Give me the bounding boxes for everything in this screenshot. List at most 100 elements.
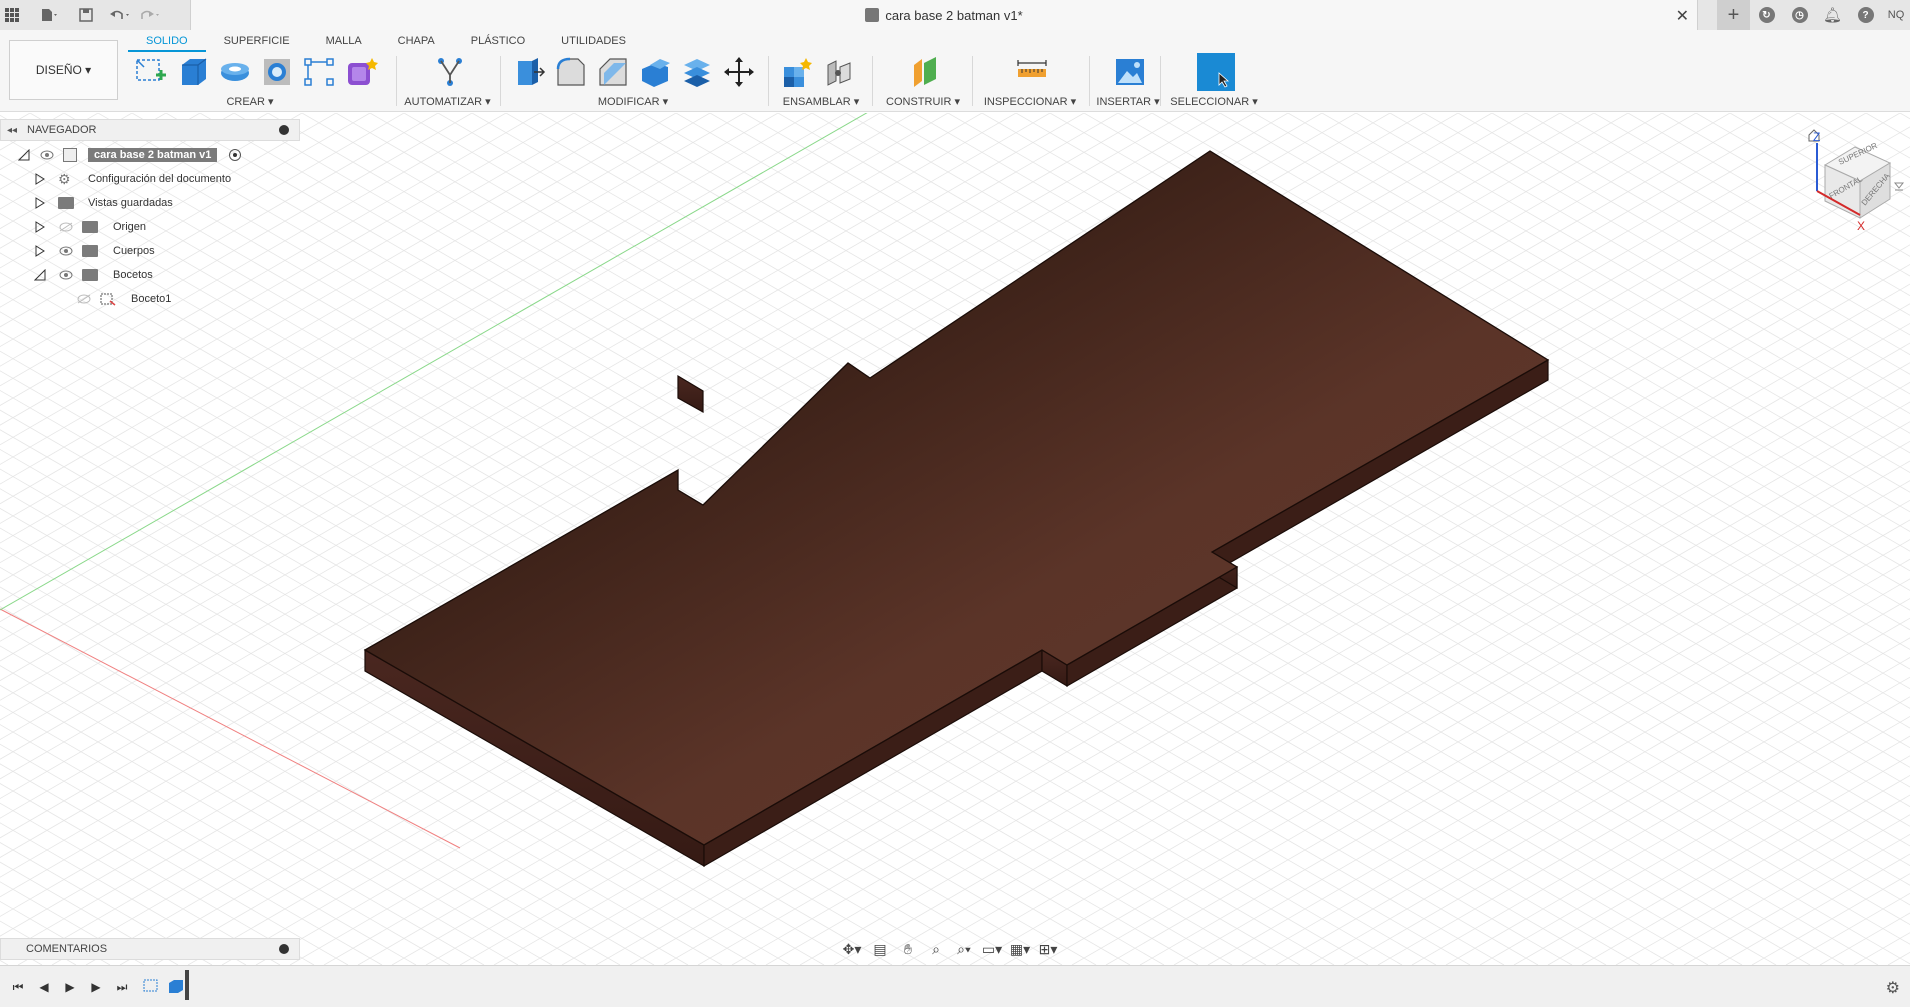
file-menu-icon[interactable] (38, 3, 62, 27)
tree-item-configuracion[interactable]: ⚙ Configuración del documento (0, 167, 300, 191)
navigation-bar: ✥▾ ▤ ✋︎ ⌕ ⌕▾ ▭▾ ▦▾ ⊞▾ (840, 937, 1060, 961)
look-at-icon[interactable]: ▤ (868, 939, 892, 959)
move-icon[interactable] (722, 55, 756, 89)
tree-root[interactable]: cara base 2 batman v1 (0, 143, 300, 167)
document-tab[interactable]: cara base 2 batman v1* ✕ (190, 0, 1698, 30)
form-icon[interactable] (344, 55, 378, 89)
group-label-modificar[interactable]: MODIFICAR ▾ (508, 95, 758, 108)
add-comment-icon[interactable] (279, 944, 289, 954)
separator (768, 56, 769, 106)
split-body-icon[interactable] (680, 55, 714, 89)
group-label-insertar[interactable]: INSERTAR ▾ (1090, 95, 1166, 108)
chamfer-icon[interactable] (596, 55, 630, 89)
separator (500, 56, 501, 106)
tab-utilidades[interactable]: UTILIDADES (543, 30, 644, 52)
step-forward-icon[interactable]: ▶︎ (86, 978, 106, 996)
group-label-crear[interactable]: CREAR ▾ (125, 95, 375, 108)
press-pull-icon[interactable] (512, 55, 546, 89)
group-label-construir[interactable]: CONSTRUIR ▾ (878, 95, 968, 108)
measure-icon[interactable] (1015, 55, 1049, 89)
tab-solido[interactable]: SOLIDO (128, 30, 206, 52)
display-settings-icon[interactable]: ▭▾ (980, 939, 1004, 959)
notifications-icon[interactable]: 🔔︎ (1816, 0, 1849, 30)
zoom-icon[interactable]: ⌕ (924, 939, 948, 959)
tab-malla[interactable]: MALLA (308, 30, 380, 52)
activate-radio-icon[interactable] (229, 149, 241, 161)
group-label-automatizar[interactable]: AUTOMATIZAR ▾ (400, 95, 495, 108)
tree-item-vistas[interactable]: Vistas guardadas (0, 191, 300, 215)
app-grid-icon[interactable] (0, 3, 24, 27)
viewcube[interactable]: SUPERIOR FRONTAL DERECHA Z X (1795, 123, 1905, 243)
grid-settings-icon[interactable]: ▦▾ (1008, 939, 1032, 959)
step-back-icon[interactable]: ◀︎ (34, 978, 54, 996)
folder-icon (82, 221, 98, 233)
collapse-browser-icon[interactable]: ◂◂ (1, 125, 23, 136)
tree-item-bocetos[interactable]: Bocetos (0, 263, 300, 287)
automate-icon[interactable] (433, 55, 467, 89)
extensions-icon[interactable]: ↻ (1750, 0, 1783, 30)
extrude-icon[interactable] (176, 55, 210, 89)
play-icon[interactable]: ▶︎ (60, 978, 80, 996)
separator (396, 56, 397, 106)
title-bar: cara base 2 batman v1* ✕ + ↻ ◷ 🔔︎ ? NQ (0, 0, 1910, 30)
pattern-icon[interactable] (302, 55, 336, 89)
body-plate[interactable] (363, 150, 1550, 868)
group-label-inspeccionar[interactable]: INSPECCIONAR ▾ (975, 95, 1085, 108)
close-tab-icon[interactable]: ✕ (1676, 6, 1689, 26)
tree-item-origen[interactable]: Origen (0, 215, 300, 239)
group-insertar: INSERTAR ▾ (1090, 52, 1166, 112)
tree-item-label: Origen (113, 221, 147, 233)
workspace-switcher[interactable]: DISEÑO ▾ (9, 40, 118, 100)
user-avatar[interactable]: NQ (1882, 3, 1910, 27)
offset-plane-icon[interactable] (908, 55, 942, 89)
new-component-icon[interactable] (780, 55, 814, 89)
folder-icon (82, 269, 98, 281)
help-icon[interactable]: ? (1849, 0, 1882, 30)
comments-panel[interactable]: COMENTARIOS (0, 938, 300, 960)
hidden-eye-icon (77, 294, 91, 304)
group-label-seleccionar[interactable]: SELECCIONAR ▾ (1164, 95, 1264, 108)
go-to-end-icon[interactable]: ⏭ (112, 978, 132, 996)
expanded-triangle-icon (34, 269, 46, 281)
group-crear: CREAR ▾ (130, 52, 380, 112)
tab-chapa[interactable]: CHAPA (380, 30, 453, 52)
tree-item-boceto1[interactable]: Boceto1 (0, 287, 300, 311)
tab-plastico[interactable]: PLÁSTICO (453, 30, 543, 52)
timeline-marker[interactable] (185, 970, 189, 1000)
joint-icon[interactable] (822, 55, 856, 89)
create-sketch-icon[interactable] (134, 55, 168, 89)
browser-header: ◂◂ NAVEGADOR (0, 119, 300, 141)
fillet-icon[interactable] (554, 55, 588, 89)
visibility-eye-icon (59, 246, 73, 256)
orbit-icon[interactable]: ✥▾ (840, 939, 864, 959)
visibility-eye-icon (59, 270, 73, 280)
group-label-ensamblar[interactable]: ENSAMBLAR ▾ (776, 95, 866, 108)
browser-panel: ◂◂ NAVEGADOR cara base 2 batman v1 ⚙ Con… (0, 119, 300, 311)
insert-image-icon[interactable] (1113, 55, 1147, 89)
expanded-triangle-icon (18, 149, 30, 161)
revolve-icon[interactable] (218, 55, 252, 89)
redo-icon[interactable] (138, 3, 162, 27)
select-icon[interactable] (1197, 53, 1235, 91)
save-icon[interactable] (74, 3, 98, 27)
timeline-sketch-feature[interactable] (142, 977, 162, 998)
separator (972, 56, 973, 106)
group-inspeccionar: INSPECCIONAR ▾ (975, 52, 1085, 112)
go-to-start-icon[interactable]: ⏮ (8, 978, 28, 996)
undo-icon[interactable] (108, 3, 132, 27)
new-tab-button[interactable]: + (1717, 0, 1750, 30)
timeline-extrude-feature[interactable] (166, 977, 186, 998)
shell-icon[interactable] (638, 55, 672, 89)
collapsed-triangle-icon (35, 173, 45, 185)
viewports-icon[interactable]: ⊞▾ (1036, 939, 1060, 959)
tree-item-cuerpos[interactable]: Cuerpos (0, 239, 300, 263)
pan-icon[interactable]: ✋︎ (896, 939, 920, 959)
fit-icon[interactable]: ⌕▾ (952, 939, 976, 959)
job-status-icon[interactable]: ◷ (1783, 0, 1816, 30)
timeline-settings-gear-icon[interactable]: ⚙ (1886, 978, 1900, 998)
minimize-browser-icon[interactable] (279, 125, 289, 135)
hole-icon[interactable] (260, 55, 294, 89)
collapsed-triangle-icon (35, 245, 45, 257)
visibility-eye-icon (40, 150, 54, 160)
tab-superficie[interactable]: SUPERFICIE (206, 30, 308, 52)
